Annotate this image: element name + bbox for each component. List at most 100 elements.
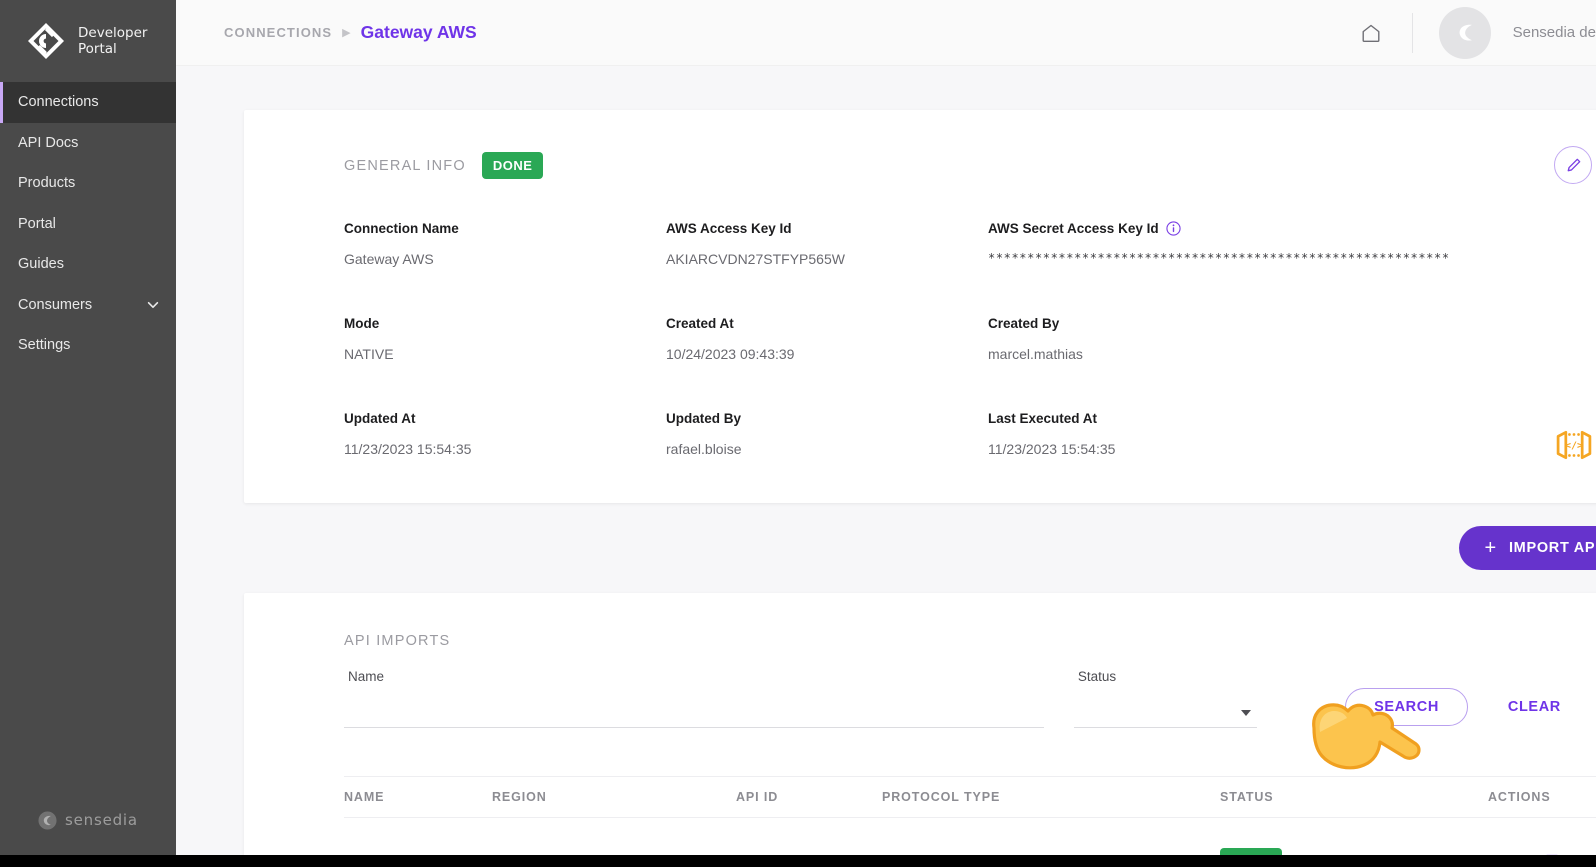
info-field-last-executed-at: Last Executed At 11/23/2023 15:54:35 [988, 411, 1596, 457]
info-value: 11/23/2023 15:54:35 [988, 441, 1116, 457]
sidebar-item-guides[interactable]: Guides [0, 244, 176, 285]
sidebar-footer: sensedia [0, 785, 176, 855]
info-value: NATIVE [344, 346, 394, 362]
import-api-label: IMPORT API [1508, 540, 1596, 556]
general-info-header: GENERAL INFO DONE [344, 152, 1596, 179]
breadcrumb-root-link[interactable]: CONNECTIONS [224, 25, 332, 40]
info-label: Updated By [666, 411, 742, 426]
cell-protocol-type: REST [882, 817, 1220, 855]
breadcrumb-current: Gateway AWS [360, 22, 477, 42]
column-header-actions: ACTIONS [1488, 776, 1596, 818]
sidebar-item-products[interactable]: Products [0, 163, 176, 204]
pencil-icon [1567, 158, 1580, 171]
sidebar-item-portal[interactable]: Portal [0, 204, 176, 245]
code-brackets-icon: </> [1556, 430, 1592, 460]
sidebar-item-label: Guides [18, 256, 64, 273]
table-body: API Governance us-east-2 wgyed26ef6 REST… [344, 817, 1596, 856]
row-actions [1488, 852, 1596, 856]
api-imports-card: API IMPORTS Name Status SEARCH CLEAR NAM… [244, 593, 1596, 855]
search-button[interactable]: SEARCH [1345, 688, 1468, 726]
general-info-grid: Connection Name Gateway AWS AWS Access K… [344, 221, 1596, 457]
page-title: GENERAL INFO [344, 157, 466, 174]
table-header: NAME REGION API ID PROTOCOL TYPE STATUS … [344, 776, 1596, 818]
column-header-name: NAME [344, 776, 492, 818]
brand-label: Developer Portal [78, 25, 147, 57]
clear-button[interactable]: CLEAR [1494, 688, 1575, 726]
sidebar-item-consumers[interactable]: Consumers [0, 285, 176, 326]
sidebar-item-label: Products [18, 175, 76, 192]
info-label: Connection Name [344, 221, 459, 236]
info-value: AKIARCVDN27STFYP565W [666, 251, 845, 267]
status-badge: DONE [481, 152, 544, 179]
chevron-down-icon[interactable] [1241, 710, 1252, 716]
delete-icon[interactable] [1592, 852, 1596, 856]
search-name-input[interactable] [344, 692, 1044, 728]
page-content: GENERAL INFO DONE </> Connection Name Ga… [176, 110, 1596, 855]
import-api-row: + IMPORT API [244, 526, 1596, 570]
document-search-icon[interactable] [1541, 852, 1563, 855]
edit-button[interactable] [1554, 146, 1592, 184]
user-name-label: Sensedia de [1512, 24, 1596, 41]
info-label: AWS Secret Access Key Id [988, 221, 1159, 236]
app-window: Developer Portal Connections API Docs Pro… [0, 0, 1596, 867]
cell-name: API Governance [344, 817, 492, 855]
import-api-button[interactable]: + IMPORT API [1458, 526, 1596, 570]
info-field-connection-name: Connection Name Gateway AWS [344, 221, 666, 267]
cell-region: us-east-2 [492, 817, 736, 855]
info-value: rafael.bloise [666, 441, 742, 457]
info-field-created-at: Created At 10/24/2023 09:43:39 [666, 316, 988, 362]
sidebar-item-label: Connections [18, 94, 99, 111]
table-row[interactable]: API Governance us-east-2 wgyed26ef6 REST… [344, 817, 1596, 856]
info-label: Mode [344, 316, 380, 331]
avatar[interactable] [1438, 6, 1491, 59]
sidebar-nav: Connections API Docs Products Portal Gui… [0, 82, 176, 366]
info-value: marcel.mathias [988, 346, 1083, 362]
info-field-aws-secret-access-key-id: AWS Secret Access Key Id ***************… [988, 221, 1596, 267]
brand-line-2: Portal [78, 41, 117, 57]
info-value: Gateway AWS [344, 251, 434, 267]
sidebar-item-connections[interactable]: Connections [0, 82, 176, 123]
svg-text:</>: </> [1565, 441, 1583, 452]
api-imports-title: API IMPORTS [344, 633, 451, 649]
info-value: 10/24/2023 09:43:39 [666, 346, 795, 362]
brand[interactable]: Developer Portal [0, 0, 176, 82]
breadcrumb-separator-icon: ▶ [342, 27, 351, 39]
sidebar: Developer Portal Connections API Docs Pro… [0, 0, 176, 855]
sensedia-wordmark: sensedia [65, 811, 138, 829]
developer-portal-logo-icon [28, 23, 64, 59]
table-header-row: NAME REGION API ID PROTOCOL TYPE STATUS … [344, 776, 1596, 818]
sync-icon[interactable] [1490, 852, 1512, 855]
sidebar-item-label: Consumers [18, 296, 93, 313]
name-field-label: Name [348, 669, 385, 684]
cell-actions [1488, 817, 1596, 856]
info-label: Created By [988, 316, 1060, 331]
general-info-card: GENERAL INFO DONE </> Connection Name Ga… [244, 110, 1596, 503]
topbar-right: Sensedia de [1348, 0, 1596, 65]
chevron-down-icon [146, 298, 160, 312]
sidebar-item-settings[interactable]: Settings [0, 325, 176, 366]
info-label: Last Executed At [988, 411, 1098, 426]
sensedia-logo-icon [38, 810, 57, 830]
info-field-updated-by: Updated By rafael.bloise [666, 411, 988, 457]
status-field-label: Status [1077, 669, 1117, 684]
top-bar: CONNECTIONS ▶ Gateway AWS Sensedia de [176, 0, 1596, 66]
status-filter: Status [1073, 669, 1258, 728]
api-imports-table: NAME REGION API ID PROTOCOL TYPE STATUS … [344, 776, 1596, 855]
user-avatar-icon [1459, 24, 1472, 41]
cell-status: DONE [1220, 817, 1488, 855]
column-header-status: STATUS [1220, 776, 1488, 818]
cell-api-id: wgyed26ef6 [736, 817, 882, 855]
info-field-updated-at: Updated At 11/23/2023 15:54:35 [344, 411, 666, 457]
column-header-region: REGION [492, 776, 736, 818]
status-select[interactable] [1073, 692, 1258, 728]
info-icon[interactable] [1165, 221, 1181, 236]
breadcrumb: CONNECTIONS ▶ Gateway AWS [176, 22, 477, 43]
name-filter: Name [344, 669, 1044, 728]
plus-icon: + [1484, 537, 1497, 559]
info-value-masked: ****************************************… [988, 251, 1450, 265]
main-area: CONNECTIONS ▶ Gateway AWS Sensedia de GE… [176, 0, 1596, 855]
column-header-protocol-type: PROTOCOL TYPE [882, 776, 1220, 818]
home-icon[interactable] [1348, 10, 1394, 56]
column-header-api-id: API ID [736, 776, 882, 818]
sidebar-item-api-docs[interactable]: API Docs [0, 123, 176, 164]
